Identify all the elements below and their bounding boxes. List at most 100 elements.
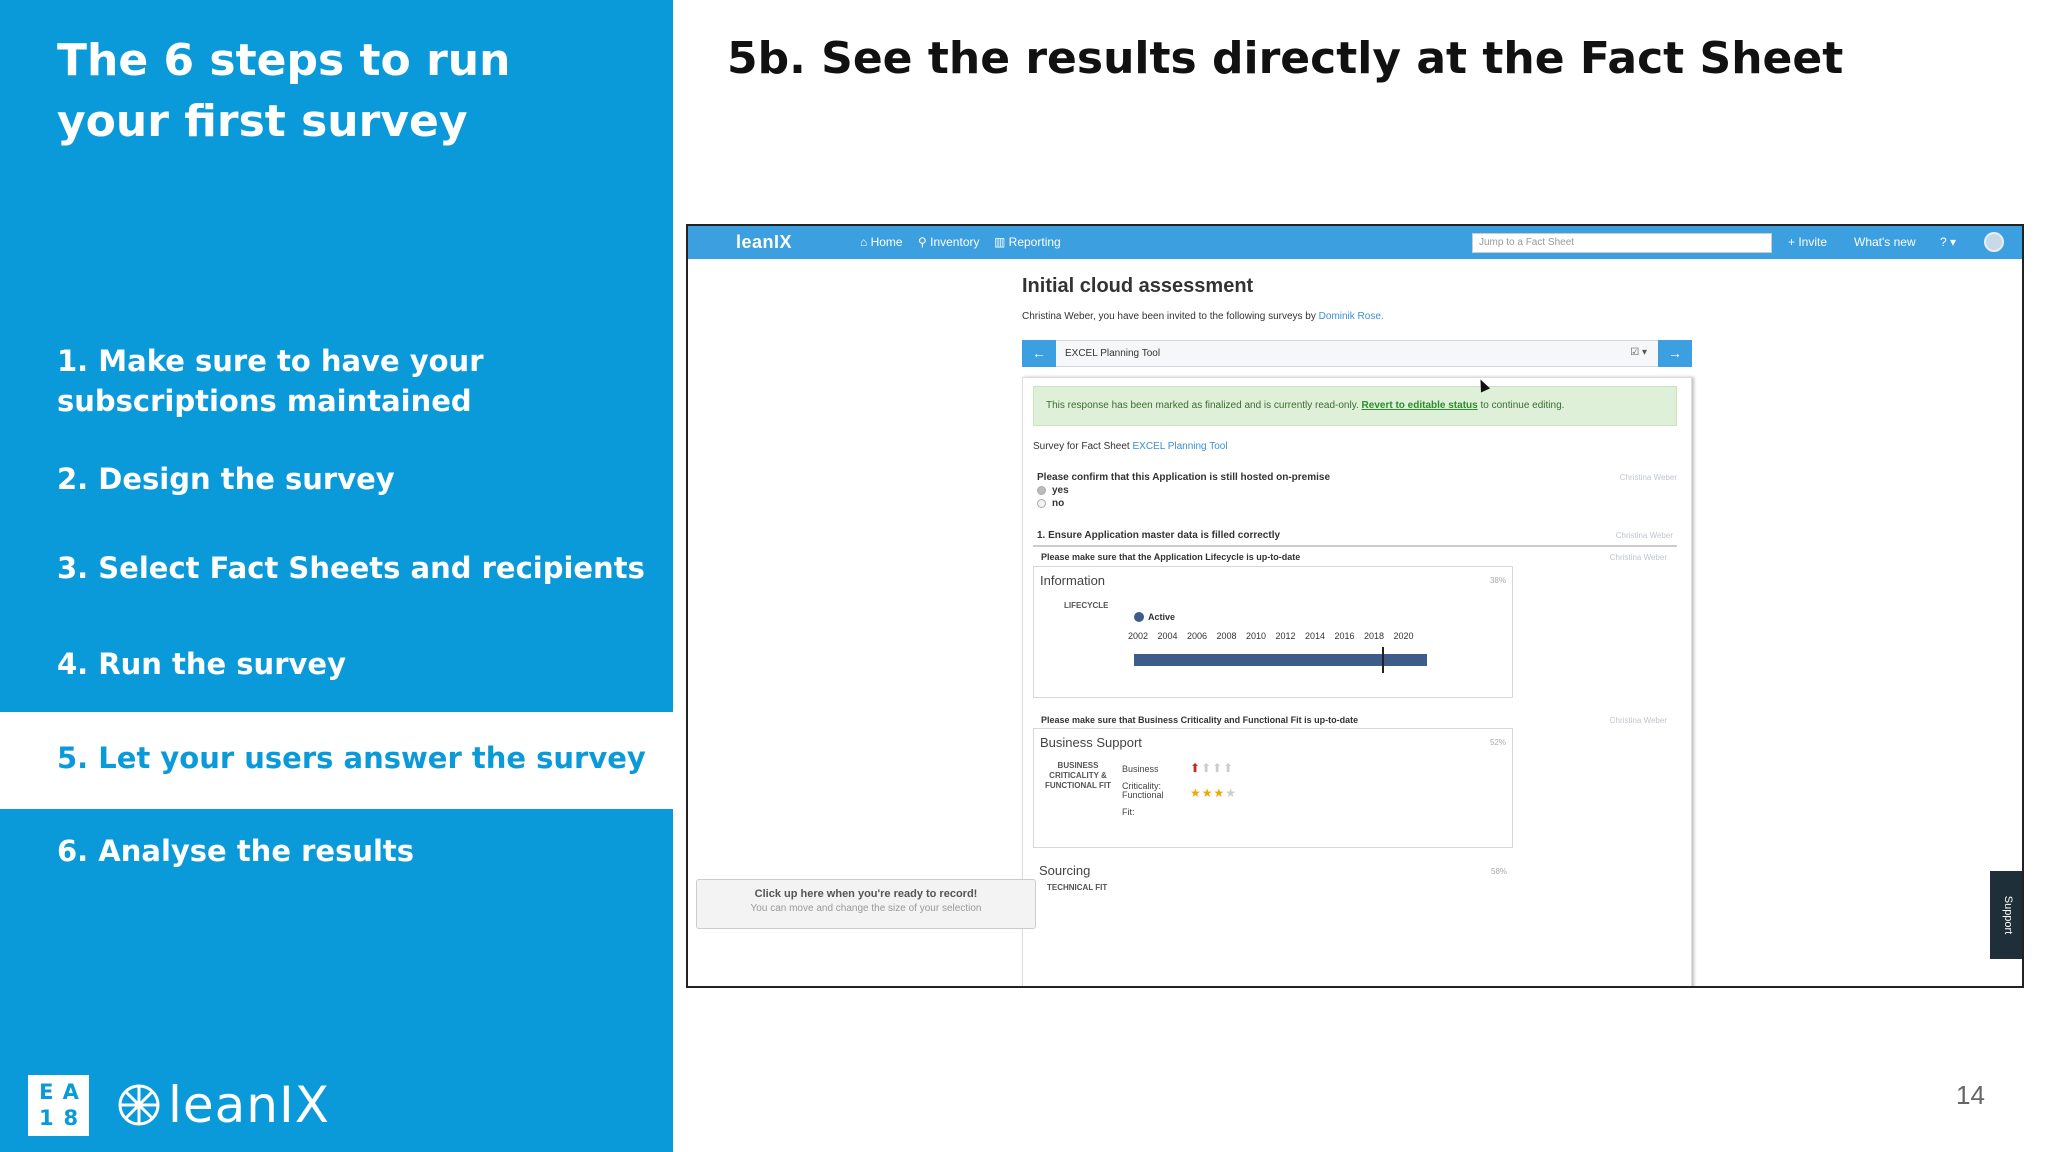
section-master-data-title: 1. Ensure Application master data is fil… [1037,530,1281,541]
year-label: 2004 [1157,631,1178,641]
prev-arrow-button[interactable]: ← [1022,340,1056,367]
read-only-alert: This response has been marked as finaliz… [1033,386,1677,426]
survey-response-card: This response has been marked as finaliz… [1022,377,1692,986]
question-on-premise: Please confirm that this Application is … [1037,472,1331,483]
year-label: 2012 [1275,631,1296,641]
next-arrow-button[interactable]: → [1658,340,1692,367]
selector-value: EXCEL Planning Tool [1065,348,1161,359]
today-marker [1382,647,1384,673]
nav-reporting[interactable]: ▥ Reporting [994,235,1061,249]
panel-title: The 6 steps to run your first survey [57,35,511,147]
option-no[interactable]: no [1037,498,1064,509]
app-navbar: leanIX ⌂ Home ⚲ Inventory ▥ Reporting Ju… [688,226,2022,259]
leanix-mark-icon [118,1084,160,1126]
option-yes[interactable]: yes [1037,485,1069,496]
year-label: 2002 [1128,631,1149,641]
bar-chart-icon: ▥ [994,235,1009,249]
tooltip-line-1: Click up here when you're ready to recor… [754,888,978,900]
nav-reporting-label: Reporting [1008,235,1061,249]
year-label: 2016 [1334,631,1355,641]
step-1: 1. Make sure to have your subscriptions … [57,344,484,418]
business-support-box: Business Support 52% BUSINESS CRITICALIT… [1033,728,1513,848]
check-dropdown-icon[interactable]: ☑ ▾ [1630,347,1647,358]
active-legend-dot [1134,612,1144,622]
fact-sheet-link[interactable]: EXCEL Planning Tool [1133,441,1228,452]
invite-text-body: Christina Weber, you have been invited t… [1022,311,1319,322]
user-avatar[interactable] [1984,232,2004,252]
information-box: Information 38% LIFECYCLE Active 2002 200… [1033,566,1513,698]
invite-author-link[interactable]: Dominik Rose. [1319,311,1384,322]
slide: The 6 steps to run your first survey 1. … [0,0,2048,1152]
step-3: 3. Select Fact Sheets and recipients [57,551,645,585]
option-no-label: no [1052,498,1065,509]
support-label: Support [2002,895,2014,935]
radio-no[interactable] [1037,499,1046,508]
arrow-up-icon: ⬆⬆⬆ [1201,761,1235,775]
criticality-arrows[interactable]: ⬆⬆⬆⬆ [1190,761,1234,775]
page-number: 14 [1956,1080,1985,1110]
leanix-wordmark: leanIX [168,1076,330,1134]
fact-sheet-search-input[interactable]: Jump to a Fact Sheet [1472,233,1772,253]
invite-button[interactable]: + Invite [1788,235,1827,249]
badge-letter: A [62,1079,79,1104]
star-icon: ★★★ [1190,786,1226,800]
nav-home-label: Home [870,235,903,249]
criticality-author: Christina Weber [1609,716,1667,725]
recording-tooltip[interactable]: Click up here when you're ready to recor… [696,879,1036,929]
step-2: 2. Design the survey [57,462,395,496]
information-percent: 38% [1489,576,1506,585]
fact-sheet-line-text: Survey for Fact Sheet [1033,441,1133,452]
step-4: 4. Run the survey [57,647,346,681]
option-yes-label: yes [1052,485,1069,496]
slide-title: 5b. See the results directly at the Fact… [727,33,1844,84]
help-menu[interactable]: ? ▾ [1940,235,1956,249]
invite-text: Christina Weber, you have been invited t… [1022,311,1384,322]
year-label: 2010 [1246,631,1267,641]
badge-letter: 1 [38,1106,54,1131]
lifecycle-author: Christina Weber [1609,553,1667,562]
alert-text-end: to continue editing. [1477,400,1565,411]
fact-sheet-selector[interactable]: ← EXCEL Planning Tool ☑ ▾ → [1022,340,1692,367]
nav-inventory-label: Inventory [930,235,980,249]
tooltip-line-2: You can move and change the size of your… [750,903,982,914]
sourcing-percent: 58% [1491,867,1508,876]
steps-panel: The 6 steps to run your first survey 1. … [0,0,673,1152]
fact-sheet-line: Survey for Fact Sheet EXCEL Planning Too… [1033,441,1228,452]
active-legend-label: Active [1148,612,1176,622]
nav-home[interactable]: ⌂ Home [860,235,903,249]
leanix-logo: leanIX [116,1076,330,1134]
criticality-question: Please make sure that Business Criticali… [1041,715,1359,725]
lifecycle-question: Please make sure that the Application Li… [1041,552,1301,562]
star-icon: ★ [1225,786,1238,800]
search-icon: ⚲ [918,235,931,249]
app-content: Initial cloud assessment Christina Weber… [688,259,2022,986]
survey-title: Initial cloud assessment [1022,275,1254,297]
radio-yes[interactable] [1037,486,1046,495]
business-support-percent: 52% [1489,738,1506,747]
arrow-up-icon: ⬆ [1190,761,1202,775]
badge-letter: 8 [63,1106,79,1131]
app-screenshot: leanIX ⌂ Home ⚲ Inventory ▥ Reporting Ju… [686,224,2024,988]
ea18-badge: E A 1 8 [28,1075,89,1136]
information-title: Information [1040,573,1106,588]
alert-text: This response has been marked as finaliz… [1046,400,1362,411]
business-support-title: Business Support [1040,735,1142,750]
sourcing-title: Sourcing [1039,863,1091,878]
revert-editable-link[interactable]: Revert to editable status [1362,400,1478,411]
step-6: 6. Analyse the results [57,834,415,868]
answer-author: Christina Weber [1619,473,1677,482]
year-label: 2008 [1216,631,1237,641]
criticality-fit-label: BUSINESS CRITICALITY & FUNCTIONAL FIT [1044,761,1112,790]
fit-label: Functional Fit: [1122,790,1164,817]
functional-fit-stars[interactable]: ★★★★ [1190,786,1237,800]
year-label: 2006 [1187,631,1208,641]
technical-fit-label: TECHNICAL FIT [1047,883,1108,892]
support-tab[interactable]: Support [1990,871,2022,959]
step-5-active: 5. Let your users answer the survey [57,741,646,775]
whats-new-link[interactable]: What's new [1854,235,1916,249]
nav-inventory[interactable]: ⚲ Inventory [918,235,979,249]
section-author: Christina Weber [1615,531,1673,540]
lifecycle-label: LIFECYCLE [1064,601,1109,610]
section-master-data: 1. Ensure Application master data is fil… [1033,526,1677,547]
app-brand[interactable]: leanIX [736,232,792,253]
